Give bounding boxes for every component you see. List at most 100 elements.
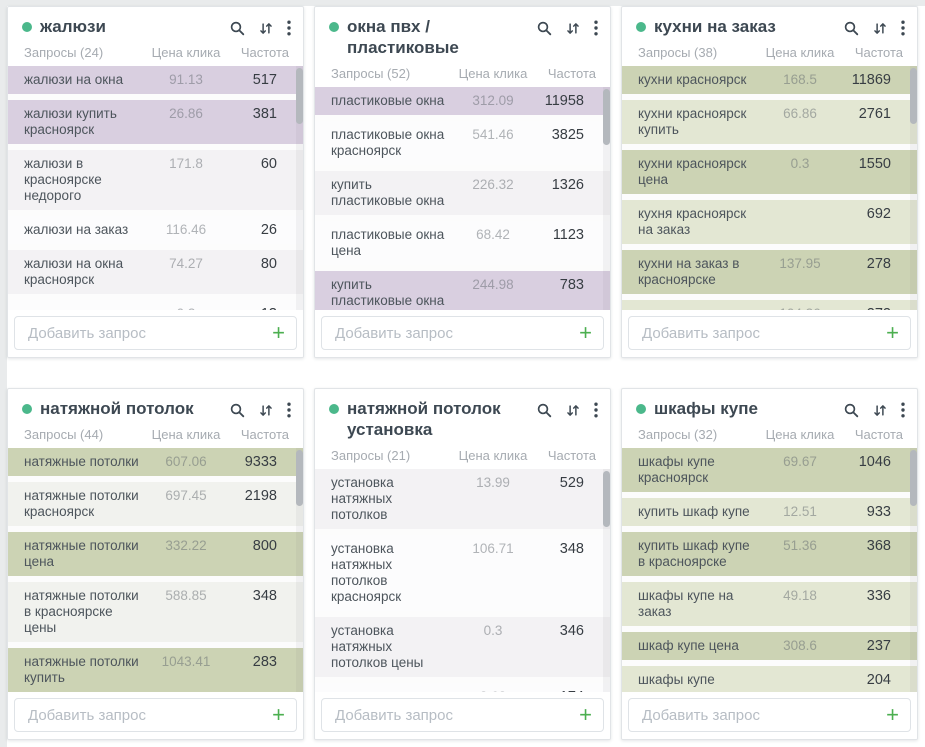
query-text: установка натяжных потолков: [331, 475, 454, 523]
scrollbar-thumb[interactable]: [603, 471, 610, 527]
add-query-plus-button[interactable]: +: [571, 706, 592, 724]
add-query-plus-button[interactable]: +: [264, 706, 285, 724]
query-text: купить шкаф купе: [638, 504, 761, 520]
sort-icon[interactable]: [566, 403, 580, 418]
table-row[interactable]: пластиковые окна цена68.421123: [315, 221, 610, 265]
frequency-value: 348: [225, 588, 289, 604]
query-text: натяжные потолки: [24, 454, 147, 470]
scrollbar-thumb[interactable]: [603, 89, 610, 145]
cpc-value: 171.8: [147, 156, 225, 172]
table-row[interactable]: жалюзи на окна красноярск74.2780: [8, 250, 303, 294]
table-row[interactable]: кухни красноярск104.26272: [622, 300, 917, 310]
search-icon[interactable]: [844, 403, 859, 418]
kebab-menu-icon[interactable]: [901, 402, 905, 418]
frequency-value: 11869: [839, 72, 903, 88]
frequency-value: 381: [225, 106, 289, 122]
table-row[interactable]: натяжные потолки607.069333: [8, 448, 303, 476]
table-row[interactable]: жалюзи в красноярске недорого171.860: [8, 150, 303, 210]
kebab-menu-icon[interactable]: [594, 20, 598, 36]
frequency-value: 933: [839, 504, 903, 520]
table-row[interactable]: кухни красноярск купить66.862761: [622, 100, 917, 144]
cpc-value: 49.18: [761, 588, 839, 604]
add-query-plus-button[interactable]: +: [264, 324, 285, 342]
add-query-plus-button[interactable]: +: [571, 324, 592, 342]
search-icon[interactable]: [844, 21, 859, 36]
add-query-input[interactable]: [26, 706, 264, 725]
table-row[interactable]: купить пластиковые окна в красноярске244…: [315, 271, 610, 310]
add-query-input[interactable]: [26, 324, 264, 343]
table-row[interactable]: жалюзи на окна91.13517: [8, 66, 303, 94]
frequency-value: 204: [839, 672, 903, 688]
column-headers: Запросы (44) Цена клика Частота: [8, 420, 303, 448]
table-row[interactable]: пластиковые окна312.0911958: [315, 87, 610, 115]
table-row[interactable]: жалюзи на окна0.313: [8, 300, 303, 310]
panel-header-icons: [844, 398, 905, 418]
sort-icon[interactable]: [566, 21, 580, 36]
cpc-value: 0.3: [454, 623, 532, 639]
cpc-value: 0.3: [147, 306, 225, 310]
table-row[interactable]: кухни красноярск цена0.31550: [622, 150, 917, 194]
table-row[interactable]: шкаф купе цена308.6237: [622, 632, 917, 660]
scrollbar-thumb[interactable]: [296, 68, 303, 124]
scrollbar-thumb[interactable]: [296, 450, 303, 506]
search-icon[interactable]: [230, 403, 245, 418]
query-text: установка натяжных потолков красноярск: [331, 541, 454, 605]
table-row[interactable]: жалюзи на заказ116.4626: [8, 216, 303, 244]
add-query-plus-button[interactable]: +: [878, 324, 899, 342]
frequency-value: 1123: [532, 227, 596, 243]
table-row[interactable]: купить пластиковые окна226.321326: [315, 171, 610, 215]
query-list: пластиковые окна312.0911958 пластиковые о…: [315, 87, 610, 310]
add-query-input[interactable]: [333, 706, 571, 725]
table-row[interactable]: кухни на заказ в красноярске137.95278: [622, 250, 917, 294]
table-row[interactable]: купить шкаф купе в красноярске51.36368: [622, 532, 917, 576]
frequency-value: 272: [839, 306, 903, 310]
scrollbar-thumb[interactable]: [910, 450, 917, 506]
table-row[interactable]: шкафы купе красноярск недорогие204: [622, 666, 917, 692]
column-headers: Запросы (38) Цена клика Частота: [622, 38, 917, 66]
table-row[interactable]: кухня красноярск на заказ692: [622, 200, 917, 244]
add-query-plus-button[interactable]: +: [878, 706, 899, 724]
search-icon[interactable]: [230, 21, 245, 36]
add-query-input[interactable]: [640, 706, 878, 725]
table-row[interactable]: установка натяжных потолков красноярск10…: [315, 535, 610, 611]
sort-icon[interactable]: [259, 21, 273, 36]
table-row[interactable]: шкафы купе красноярск69.671046: [622, 448, 917, 492]
query-text: кухни красноярск: [638, 306, 761, 310]
cpc-value: 69.67: [761, 454, 839, 470]
scrollbar-thumb[interactable]: [910, 68, 917, 124]
search-icon[interactable]: [537, 21, 552, 36]
column-header-frequency: Частота: [839, 45, 903, 60]
frequency-value: 517: [225, 72, 289, 88]
table-row[interactable]: натяжные потолки в красноярске цены588.8…: [8, 582, 303, 642]
sort-icon[interactable]: [259, 403, 273, 418]
cpc-value: 106.71: [454, 541, 532, 557]
kebab-menu-icon[interactable]: [594, 402, 598, 418]
cpc-value: 541.46: [454, 127, 532, 143]
group-status-dot: [636, 22, 646, 32]
panel-footer: +: [622, 692, 917, 739]
add-query-box: +: [14, 698, 297, 732]
add-query-input[interactable]: [333, 324, 571, 343]
table-row[interactable]: монтаж натяжного потолка3.62174: [315, 683, 610, 692]
table-row[interactable]: кухни красноярск168.511869: [622, 66, 917, 94]
table-row[interactable]: установка натяжных потолков13.99529: [315, 469, 610, 529]
add-query-input[interactable]: [640, 324, 878, 343]
kebab-menu-icon[interactable]: [287, 20, 291, 36]
table-row[interactable]: пластиковые окна красноярск541.463825: [315, 121, 610, 165]
table-row[interactable]: шкафы купе на заказ49.18336: [622, 582, 917, 626]
group-title: окна пвх / пластиковые: [347, 16, 537, 58]
kebab-menu-icon[interactable]: [287, 402, 291, 418]
query-text: жалюзи купить красноярск: [24, 106, 147, 138]
panel-footer: +: [315, 692, 610, 739]
table-row[interactable]: купить шкаф купе12.51933: [622, 498, 917, 526]
table-row[interactable]: натяжные потолки купить1043.41283: [8, 648, 303, 692]
sort-icon[interactable]: [873, 21, 887, 36]
sort-icon[interactable]: [873, 403, 887, 418]
table-row[interactable]: натяжные потолки красноярск697.452198: [8, 482, 303, 526]
kebab-menu-icon[interactable]: [901, 20, 905, 36]
table-row[interactable]: жалюзи купить красноярск26.86381: [8, 100, 303, 144]
table-row[interactable]: натяжные потолки цена332.22800: [8, 532, 303, 576]
search-icon[interactable]: [537, 403, 552, 418]
table-row[interactable]: установка натяжных потолков цены0.3346: [315, 617, 610, 677]
cpc-value: 0.3: [761, 156, 839, 172]
